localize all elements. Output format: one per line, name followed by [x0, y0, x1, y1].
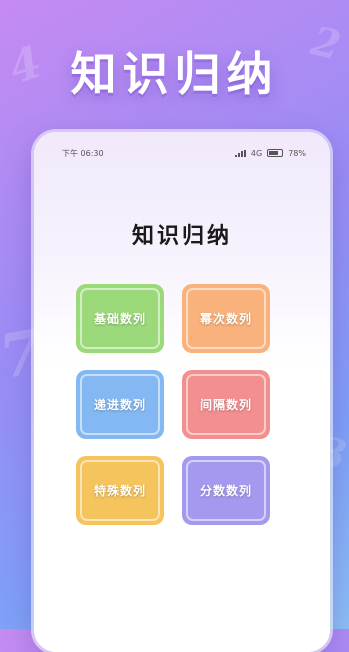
promo-title: 知识归纳 [70, 47, 279, 101]
card-label: 间隔数列 [199, 398, 252, 412]
card-label: 分数数列 [199, 484, 252, 498]
card-fraction-sequence[interactable]: 分数数列 [182, 456, 270, 525]
card-interval-sequence[interactable]: 间隔数列 [182, 370, 270, 439]
card-label: 递进数列 [93, 398, 146, 412]
signal-icon [234, 149, 246, 157]
status-bar: 下午 06:30 4G 78% [62, 146, 306, 160]
card-label: 基础数列 [93, 312, 146, 326]
card-basic-sequence[interactable]: 基础数列 [76, 284, 164, 353]
battery-level: 78% [288, 148, 306, 158]
network-type: 4G [250, 148, 263, 158]
page-title: 知识归纳 [131, 224, 232, 249]
battery-icon [267, 149, 284, 157]
card-label: 幂次数列 [199, 312, 252, 326]
card-progressive-sequence[interactable]: 递进数列 [76, 370, 164, 439]
status-indicators: 4G 78% [234, 148, 306, 158]
status-time: 下午 06:30 [62, 148, 104, 158]
card-special-sequence[interactable]: 特殊数列 [76, 456, 164, 525]
card-power-sequence[interactable]: 幂次数列 [182, 284, 270, 353]
phone-frame: 下午 06:30 4G 78% 知识归纳 基础数列 幂次数列 递进数列 间隔数列… [34, 132, 330, 652]
card-label: 特殊数列 [93, 484, 146, 498]
